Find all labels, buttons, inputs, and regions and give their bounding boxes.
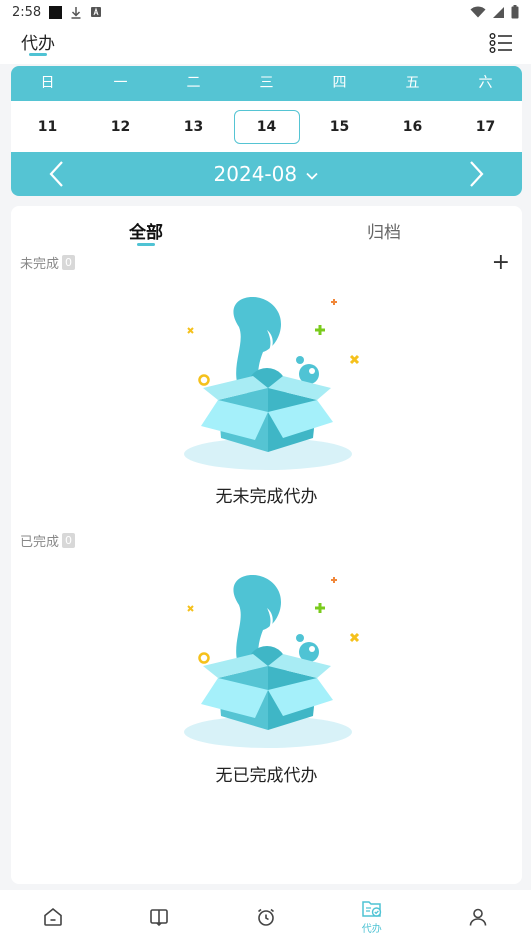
alarm-clock-icon (257, 908, 274, 926)
user-icon (469, 908, 487, 926)
app-notification-icon (91, 7, 102, 17)
month-selector[interactable]: 2024-08 (11, 152, 522, 196)
tab-bar: 全部 归档 (11, 206, 522, 250)
count-badge: 0 (62, 255, 76, 270)
weekday-label: 三 (259, 75, 274, 91)
month-nav: 2024-08 (11, 152, 522, 196)
chevron-down-icon (306, 172, 319, 180)
count-badge: 0 (62, 533, 76, 548)
book-icon (150, 909, 169, 927)
empty-box-illustration (184, 574, 360, 748)
day-number: 14 (233, 109, 300, 144)
nav-label: 代办 (361, 924, 382, 935)
empty-box-illustration (184, 296, 360, 470)
empty-incomplete-text: 无未完成代办 (215, 487, 318, 507)
chevron-right-icon[interactable] (466, 160, 486, 188)
week-calendar: 日 一 二 三 四 五 六 11 12 13 14 15 16 17 2024-… (11, 66, 522, 196)
status-bar: 2:58 (0, 0, 531, 24)
weekday-label: 六 (478, 75, 493, 91)
nav-book[interactable] (106, 890, 212, 944)
weekday-label: 四 (332, 75, 347, 91)
weekday-header: 日 一 二 三 四 五 六 (11, 66, 522, 101)
empty-completed-text: 无已完成代办 (215, 766, 318, 786)
todo-panel: 全部 归档 未完成 0 + 无未完成代办 已完成 0 无已完成代办 (11, 206, 522, 884)
day-number: 17 (475, 118, 496, 135)
day-cell[interactable]: 12 (84, 101, 157, 152)
day-number: 15 (329, 118, 350, 135)
day-number: 11 (37, 118, 58, 135)
nav-home[interactable] (0, 890, 106, 944)
day-number: 13 (183, 118, 204, 135)
list-menu-icon[interactable] (489, 32, 513, 54)
weekday-label: 五 (405, 75, 420, 91)
completed-section-header: 已完成 0 (20, 531, 76, 550)
notification-icon (49, 5, 63, 19)
nav-todo[interactable]: 代办 (319, 890, 425, 944)
day-cell-selected[interactable]: 14 (230, 101, 303, 152)
tab-indicator (137, 243, 155, 246)
download-icon (71, 6, 81, 19)
signal-icon (493, 6, 504, 18)
day-number: 12 (110, 118, 131, 135)
weekday-label: 二 (186, 75, 201, 91)
page-title: 代办 (21, 34, 55, 54)
title-underline (29, 53, 47, 56)
day-cell[interactable]: 11 (11, 101, 84, 152)
section-title: 已完成 (20, 535, 60, 550)
day-cell[interactable]: 16 (376, 101, 449, 152)
day-cell[interactable]: 15 (303, 101, 376, 152)
add-todo-button[interactable]: + (492, 252, 510, 274)
bottom-nav: 代办 (0, 890, 531, 944)
day-cell[interactable]: 17 (449, 101, 522, 152)
home-icon (44, 907, 62, 926)
month-label: 2024-08 (213, 162, 298, 186)
tab-all[interactable]: 全部 (129, 218, 163, 243)
app-header: 代办 (0, 24, 531, 64)
incomplete-section-header: 未完成 0 (20, 253, 76, 272)
battery-icon (511, 5, 519, 19)
day-cell[interactable]: 13 (157, 101, 230, 152)
tab-archive[interactable]: 归档 (367, 218, 401, 243)
day-row: 11 12 13 14 15 16 17 (11, 101, 522, 152)
nav-profile[interactable] (425, 890, 531, 944)
weekday-label: 日 (40, 75, 55, 91)
nav-alarm[interactable] (212, 890, 318, 944)
wifi-icon (470, 6, 486, 18)
todo-folder-icon (361, 901, 381, 917)
weekday-label: 一 (113, 75, 128, 91)
section-title: 未完成 (20, 257, 60, 272)
day-number: 16 (402, 118, 423, 135)
status-time: 2:58 (12, 4, 42, 20)
